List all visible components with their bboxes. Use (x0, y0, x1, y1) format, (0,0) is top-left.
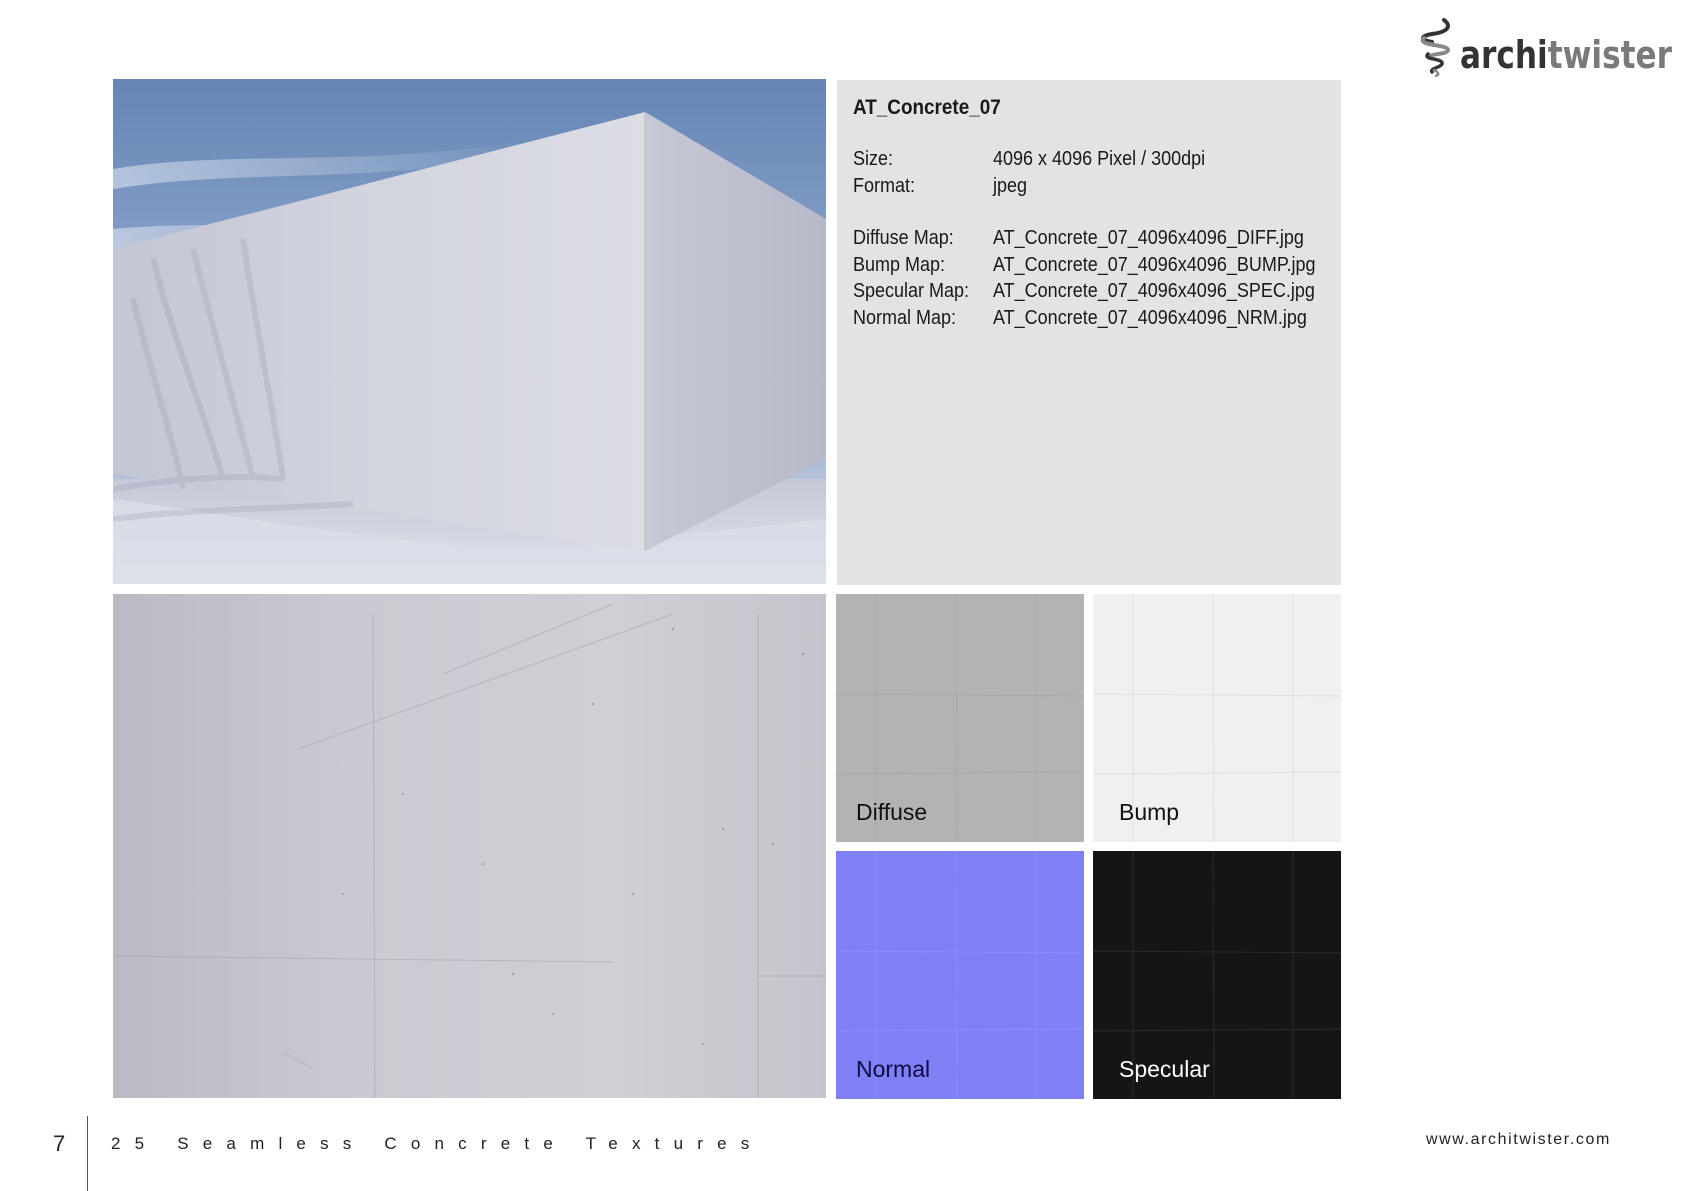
spec-label: Format: (853, 174, 916, 197)
swatch-diffuse: Diffuse (836, 594, 1084, 842)
map-label: Normal Map: (853, 306, 957, 329)
spec-row-format: Format: jpeg (853, 173, 1351, 200)
map-filename: AT_Concrete_07_4096x4096_SPEC.jpg (993, 280, 1315, 302)
map-filename: AT_Concrete_07_4096x4096_NRM.jpg (993, 306, 1307, 329)
swatch-label: Specular (1119, 1056, 1210, 1082)
swatch-specular: Specular (1093, 851, 1341, 1099)
swatch-bump: Bump (1093, 594, 1341, 842)
concrete-wall-photo (113, 79, 826, 584)
map-filename: AT_Concrete_07_4096x4096_BUMP.jpg (993, 253, 1316, 276)
footer-divider (87, 1116, 88, 1191)
swatch-label: Normal (856, 1056, 931, 1082)
map-row-diffuse: Diffuse Map: AT_Concrete_07_4096x4096_DI… (853, 225, 1351, 252)
map-label: Bump Map: (853, 253, 946, 276)
page-number: 7 (53, 1131, 66, 1156)
map-row-specular: Specular Map: AT_Concrete_07_4096x4096_S… (853, 278, 1351, 305)
map-label: Specular Map: (853, 280, 970, 302)
document-title: 25 Seamless Concrete Textures (111, 1134, 764, 1153)
spec-row-size: Size: 4096 x 4096 Pixel / 300dpi (853, 146, 1351, 173)
spec-value: jpeg (993, 174, 1028, 197)
texture-info-panel: AT_Concrete_07 Size: 4096 x 4096 Pixel /… (837, 80, 1341, 585)
swatch-normal: Normal (836, 851, 1084, 1099)
website-link[interactable]: www.architwister.com (1426, 1131, 1611, 1149)
texture-title: AT_Concrete_07 (853, 96, 1001, 119)
map-row-bump: Bump Map: AT_Concrete_07_4096x4096_BUMP.… (853, 252, 1351, 279)
brand-wordmark: architwister (1460, 36, 1672, 74)
spec-value: 4096 x 4096 Pixel / 300dpi (993, 148, 1206, 170)
map-row-normal: Normal Map: AT_Concrete_07_4096x4096_NRM… (853, 305, 1351, 332)
texture-specs: Size: 4096 x 4096 Pixel / 300dpi Format:… (853, 146, 1351, 331)
twister-swirl-icon (1420, 18, 1451, 78)
swatch-label: Bump (1119, 799, 1180, 825)
texture-closeup-image (113, 594, 826, 1098)
map-filename: AT_Concrete_07_4096x4096_DIFF.jpg (993, 227, 1304, 249)
swatch-label: Diffuse (856, 799, 928, 825)
map-label: Diffuse Map: (853, 227, 954, 249)
brand-logo: architwister (1418, 14, 1684, 78)
brand-wordmark-light: twister (1547, 33, 1673, 77)
spec-label: Size: (853, 148, 894, 170)
hero-render-image (113, 79, 826, 584)
brand-wordmark-dark: archi (1460, 33, 1548, 77)
concrete-texture-image (113, 594, 826, 1098)
